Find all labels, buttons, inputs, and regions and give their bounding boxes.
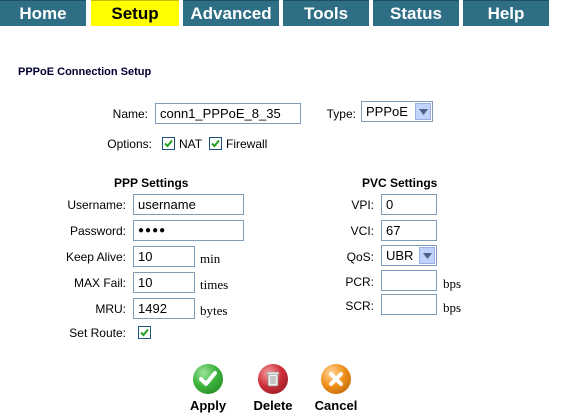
tab-advanced-label: Advanced (190, 4, 272, 23)
firewall-checkbox[interactable] (209, 137, 222, 150)
keep-alive-field[interactable]: 10 (133, 246, 195, 267)
scr-field[interactable] (381, 294, 437, 315)
type-select[interactable]: PPPoE (361, 101, 433, 122)
mru-unit: bytes (200, 303, 228, 318)
tab-help-label: Help (487, 4, 525, 23)
options-label: Options: (107, 137, 152, 151)
checkmark-icon (140, 328, 149, 337)
delete-button[interactable]: Delete (253, 364, 293, 413)
tab-status[interactable]: Status (373, 0, 459, 26)
chevron-down-icon (415, 103, 431, 120)
tab-home-label: Home (19, 4, 67, 23)
nat-label: NAT (179, 137, 203, 151)
page-title: PPPoE Connection Setup (18, 66, 152, 78)
keep-alive-unit: min (200, 251, 221, 266)
chevron-down-icon (419, 247, 435, 264)
username-label: Username: (67, 198, 126, 212)
mru-field[interactable]: 1492 (133, 298, 195, 319)
nat-checkbox[interactable] (162, 137, 175, 150)
trash-icon (258, 364, 288, 394)
tab-tools[interactable]: Tools (283, 0, 369, 26)
delete-label: Delete (253, 398, 293, 413)
vci-field[interactable]: 67 (381, 220, 437, 241)
vci-label: VCI: (350, 224, 374, 238)
type-select-value: PPPoE (366, 104, 408, 119)
cancel-button[interactable]: Cancel (315, 364, 357, 413)
password-label: Password: (69, 224, 126, 238)
checkmark-icon (164, 139, 173, 148)
qos-select-value: UBR (386, 248, 414, 263)
mru-label: MRU: (95, 302, 126, 316)
max-fail-label: MAX Fail: (73, 276, 126, 290)
apply-button[interactable]: Apply (190, 364, 226, 413)
ppp-settings-header: PPP Settings (114, 176, 189, 190)
scr-unit: bps (443, 300, 462, 315)
password-field[interactable]: ●●●● (133, 220, 244, 241)
tab-help[interactable]: Help (463, 0, 549, 26)
checkmark-icon (211, 139, 220, 148)
scr-label: SCR: (345, 299, 374, 313)
name-field[interactable]: conn1_PPPoE_8_35 (155, 103, 301, 124)
username-field[interactable]: username (133, 194, 244, 215)
vpi-label: VPI: (351, 198, 374, 212)
tab-tools-label: Tools (303, 4, 349, 23)
apply-check-icon (193, 364, 223, 394)
set-route-checkbox[interactable] (138, 326, 151, 339)
name-label: Name: (112, 107, 148, 121)
pcr-label: PCR: (345, 275, 374, 289)
tab-setup-label: Setup (111, 4, 159, 23)
firewall-label: Firewall (226, 137, 268, 151)
keep-alive-label: Keep Alive: (65, 250, 126, 264)
cancel-x-icon (321, 364, 351, 394)
pcr-unit: bps (443, 276, 462, 291)
qos-select[interactable]: UBR (381, 245, 437, 266)
tab-status-label: Status (390, 4, 442, 23)
apply-label: Apply (189, 398, 227, 413)
qos-label: QoS: (346, 250, 374, 264)
pvc-settings-header: PVC Settings (362, 176, 438, 190)
cancel-label: Cancel (314, 398, 358, 413)
set-route-label: Set Route: (69, 326, 126, 340)
tab-home[interactable]: Home (0, 0, 86, 26)
top-navigation: Home Setup Advanced Tools Status Help (0, 0, 561, 26)
max-fail-unit: times (200, 277, 229, 292)
vpi-field[interactable]: 0 (381, 194, 437, 215)
tab-advanced[interactable]: Advanced (183, 0, 279, 26)
max-fail-field[interactable]: 10 (133, 272, 195, 293)
pcr-field[interactable] (381, 270, 437, 291)
type-label: Type: (326, 107, 356, 121)
tab-setup[interactable]: Setup (91, 0, 179, 26)
